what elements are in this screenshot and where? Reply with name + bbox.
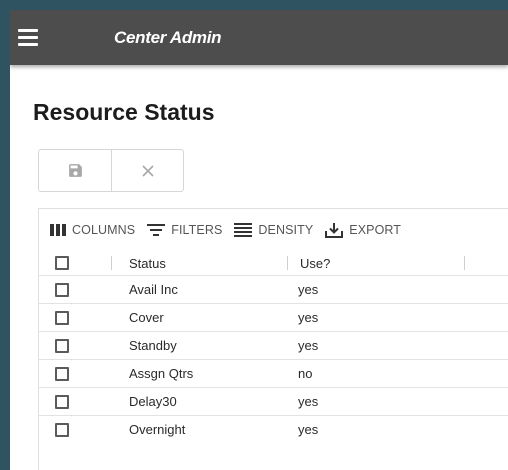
page-title: Resource Status (33, 99, 215, 125)
hamburger-icon[interactable] (18, 10, 46, 65)
status-cell: Overnight (129, 422, 186, 437)
table-row[interactable]: Avail Inc yes (39, 275, 508, 303)
header-use[interactable]: Use? (288, 256, 464, 271)
export-label: EXPORT (349, 223, 402, 237)
use-cell: no (298, 366, 313, 381)
export-button[interactable]: EXPORT (325, 222, 401, 238)
app-window: Center Admin Resource Status COLUMNS FIL… (10, 10, 508, 470)
filters-button[interactable]: FILTERS (147, 223, 222, 237)
columns-icon (50, 224, 66, 236)
save-button[interactable] (39, 150, 111, 191)
table-row[interactable]: Delay30 yes (39, 387, 508, 415)
density-button[interactable]: DENSITY (234, 223, 313, 237)
app-title: Center Admin (114, 27, 222, 47)
columns-label: COLUMNS (72, 223, 136, 237)
use-cell: yes (298, 394, 319, 409)
close-icon (141, 164, 154, 177)
filters-label: FILTERS (171, 223, 223, 237)
status-cell: Standby (129, 338, 177, 353)
app-bar: Center Admin (10, 10, 508, 65)
row-checkbox[interactable] (55, 366, 69, 381)
use-cell: yes (298, 422, 319, 437)
row-checkbox[interactable] (55, 422, 69, 437)
table-row[interactable]: Standby yes (39, 331, 508, 359)
row-checkbox[interactable] (55, 310, 69, 325)
status-cell: Avail Inc (129, 282, 178, 297)
use-cell: yes (298, 338, 319, 353)
action-button-group (38, 149, 184, 192)
data-grid: COLUMNS FILTERS DENSITY EXPORT Status Us… (38, 208, 508, 470)
table-row[interactable]: Assgn Qtrs no (39, 359, 508, 387)
status-cell: Assgn Qtrs (129, 366, 194, 381)
density-label: DENSITY (258, 223, 314, 237)
density-icon (234, 223, 253, 237)
filter-icon (147, 224, 166, 236)
select-all-checkbox[interactable] (55, 256, 69, 270)
row-checkbox[interactable] (55, 282, 69, 297)
header-status[interactable]: Status (112, 256, 287, 271)
use-cell: yes (298, 282, 319, 297)
cancel-button[interactable] (111, 150, 183, 191)
row-checkbox[interactable] (55, 394, 69, 409)
table-row[interactable]: Overnight yes (39, 415, 508, 443)
select-all-cell (39, 256, 111, 270)
export-icon (325, 223, 344, 238)
save-icon (68, 164, 82, 177)
columns-button[interactable]: COLUMNS (50, 223, 135, 237)
grid-toolbar: COLUMNS FILTERS DENSITY EXPORT (39, 209, 508, 251)
status-cell: Delay30 (129, 394, 177, 409)
grid-header-row: Status Use? (39, 251, 508, 275)
column-separator[interactable] (464, 256, 465, 270)
row-checkbox[interactable] (55, 338, 69, 353)
use-cell: yes (298, 310, 319, 325)
table-row[interactable]: Cover yes (39, 303, 508, 331)
status-cell: Cover (129, 310, 164, 325)
